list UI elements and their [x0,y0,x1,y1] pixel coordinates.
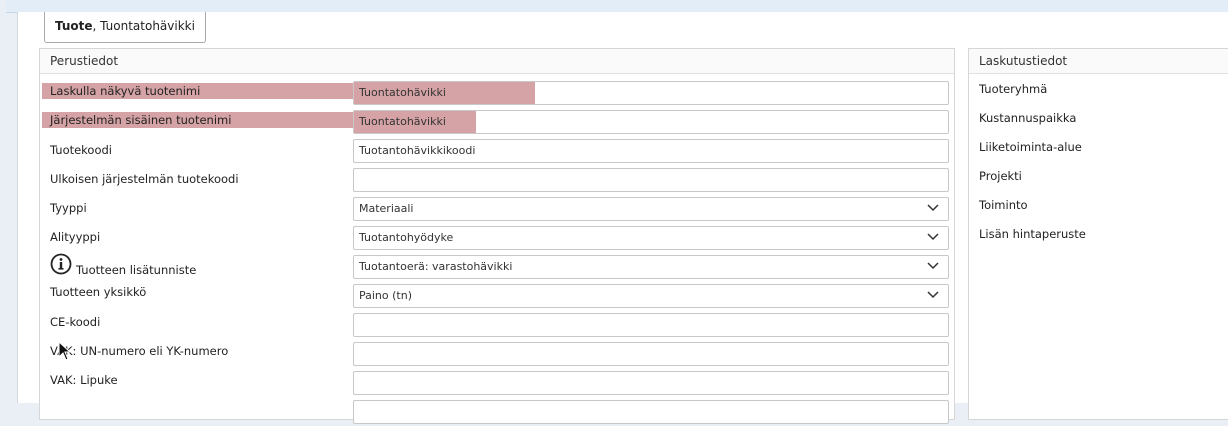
chevron-down-icon [927,262,939,270]
invoice-name-input[interactable]: Tuontatohävikki [353,81,949,105]
product-tab[interactable]: Tuote, Tuontatohävikki [44,12,206,43]
product-code-input[interactable]: Tuotantohävikkikoodi [353,139,949,163]
row-partial [40,397,954,426]
ce-code-label: CE-koodi [50,315,101,329]
vak-label-label: VAK: Lipuke [50,373,118,387]
extra-id-select[interactable]: Tuotantoerä: varastohävikki [353,255,949,279]
internal-name-input[interactable]: Tuontatohävikki [353,110,949,134]
type-select[interactable]: Materiaali [353,197,949,221]
external-code-label: Ulkoisen järjestelmän tuotekoodi [50,172,239,186]
product-code-label: Tuotekoodi [50,143,113,157]
internal-name-label: Järjestelmän sisäinen tuotenimi [42,112,362,128]
invoice-name-value: Tuontatohävikki [354,82,535,104]
row-product-code: Tuotekoodi Tuotantohävikkikoodi [40,136,954,165]
internal-name-value: Tuontatohävikki [354,111,476,133]
tab-title-rest: , Tuontatohävikki [92,19,195,33]
row-type: Tyyppi Materiaali [40,194,954,223]
subtype-value: Tuotantohyödyke [359,231,454,244]
chevron-down-icon [927,291,939,299]
ce-code-input[interactable] [353,313,949,337]
row-subtype: Alityyppi Tuotantohyödyke [40,223,954,252]
billing-item-product-group: Tuoteryhmä [979,82,1048,96]
subtype-select[interactable]: Tuotantohyödyke [353,226,949,250]
info-icon[interactable] [50,253,72,275]
row-internal-name: Järjestelmän sisäinen tuotenimi Tuontato… [40,107,954,136]
billing-item-activity: Toiminto [979,198,1028,212]
content-area: Tuote, Tuontatohävikki Perustiedot Lasku… [17,12,1228,424]
un-number-input[interactable] [353,342,949,366]
extra-id-value: Tuotantoerä: varastohävikki [359,260,513,273]
unit-value: Paino (tn) [359,289,413,302]
extra-id-label: Tuotteen lisätunniste [76,263,197,277]
unit-select[interactable]: Paino (tn) [353,284,949,308]
row-unit: Tuotteen yksikkö Paino (tn) [40,281,954,310]
chevron-down-icon [927,204,939,212]
vak-label-input[interactable] [353,371,949,395]
row-invoice-name: Laskulla näkyvä tuotenimi Tuontatohävikk… [40,78,954,107]
row-ce-code: CE-koodi [40,310,954,339]
mouse-pointer-icon [58,341,72,361]
tab-title-bold: Tuote [55,19,93,33]
row-vak-label: VAK: Lipuke [40,368,954,397]
billing-panel: Laskutustiedot Tuoteryhmä Kustannuspaikk… [968,48,1228,420]
partial-input[interactable] [353,400,949,424]
left-strip [0,0,6,403]
unit-label: Tuotteen yksikkö [50,285,147,299]
chevron-down-icon [927,233,939,241]
invoice-name-label: Laskulla näkyvä tuotenimi [42,83,362,99]
basic-info-title: Perustiedot [40,49,954,74]
row-un-number: VAK: UN-numero eli YK-numero [40,339,954,368]
subtype-label: Alityyppi [50,230,101,244]
basic-info-panel: Perustiedot Laskulla näkyvä tuotenimi Tu… [39,48,955,424]
billing-item-cost-center: Kustannuspaikka [979,111,1077,125]
billing-item-project: Projekti [979,169,1022,183]
billing-item-price-basis: Lisän hintaperuste [979,227,1086,241]
type-label: Tyyppi [50,201,87,215]
external-code-input[interactable] [353,168,949,192]
row-external-code: Ulkoisen järjestelmän tuotekoodi [40,165,954,194]
billing-item-business-area: Liiketoiminta-alue [979,140,1082,154]
row-extra-id: Tuotteen lisätunniste Tuotantoerä: varas… [40,252,954,281]
type-value: Materiaali [359,202,414,215]
un-number-label: VAK: UN-numero eli YK-numero [50,344,229,358]
billing-title: Laskutustiedot [969,49,1228,74]
